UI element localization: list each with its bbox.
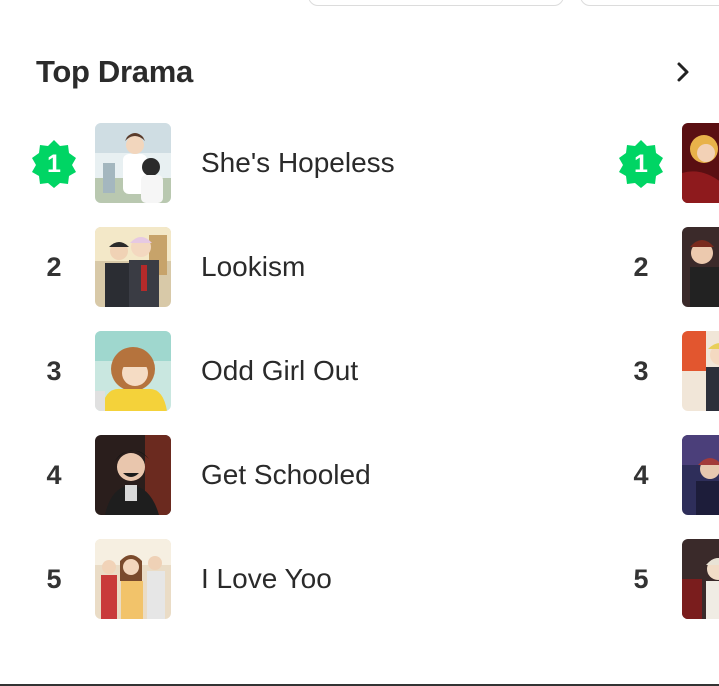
ranking-item[interactable]: 5	[616, 539, 719, 619]
lookism-cover[interactable]	[95, 227, 171, 307]
comic-title[interactable]: Odd Girl Out	[201, 355, 358, 387]
comic-cover[interactable]	[682, 227, 719, 307]
ranking-item[interactable]: 4	[616, 435, 719, 515]
rank-number: 2	[633, 252, 649, 282]
rank-number: 3	[46, 356, 62, 386]
rank-number: 5	[633, 564, 649, 594]
comic-title[interactable]: Lookism	[201, 251, 305, 283]
comic-title[interactable]: I Love Yoo	[201, 563, 332, 595]
chevron-right-icon[interactable]	[668, 57, 698, 87]
ranking-item[interactable]: 5 I Love Yoo	[0, 539, 587, 619]
rank-number: 3	[633, 356, 649, 386]
ranking-item[interactable]: 3 Odd Girl Out	[0, 331, 587, 411]
rank-number: 4	[633, 460, 649, 490]
odd-girl-out-cover[interactable]	[95, 331, 171, 411]
ranking-item[interactable]: 2 Lookism	[0, 227, 587, 307]
ranking-item[interactable]: 3	[616, 331, 719, 411]
ranking-item[interactable]: 1	[616, 123, 719, 203]
comic-cover[interactable]	[682, 435, 719, 515]
rank-number: 4	[46, 460, 62, 490]
i-love-yoo-cover[interactable]	[95, 539, 171, 619]
comic-cover[interactable]	[682, 123, 719, 203]
rank-badge-icon: 1	[619, 140, 663, 188]
filter-pill[interactable]	[308, 0, 564, 6]
comic-title[interactable]: She's Hopeless	[201, 147, 395, 179]
ranking-item[interactable]: 1 She's Hopeless	[0, 123, 587, 203]
comic-cover[interactable]	[682, 539, 719, 619]
rank-number: 1	[634, 150, 648, 178]
rank-number: 1	[47, 150, 61, 178]
get-schooled-cover[interactable]	[95, 435, 171, 515]
comic-cover[interactable]	[682, 331, 719, 411]
ranking-item[interactable]: 2	[616, 227, 719, 307]
rank-number: 2	[46, 252, 62, 282]
ranking-item[interactable]: 4 Get Schooled	[0, 435, 587, 515]
rank-number: 5	[46, 564, 62, 594]
she-s-hopeless-cover[interactable]	[95, 123, 171, 203]
rank-badge-icon: 1	[32, 140, 76, 188]
section-title: Top Drama	[36, 54, 193, 89]
comic-title[interactable]: Get Schooled	[201, 459, 371, 491]
filter-pill[interactable]	[580, 0, 719, 6]
